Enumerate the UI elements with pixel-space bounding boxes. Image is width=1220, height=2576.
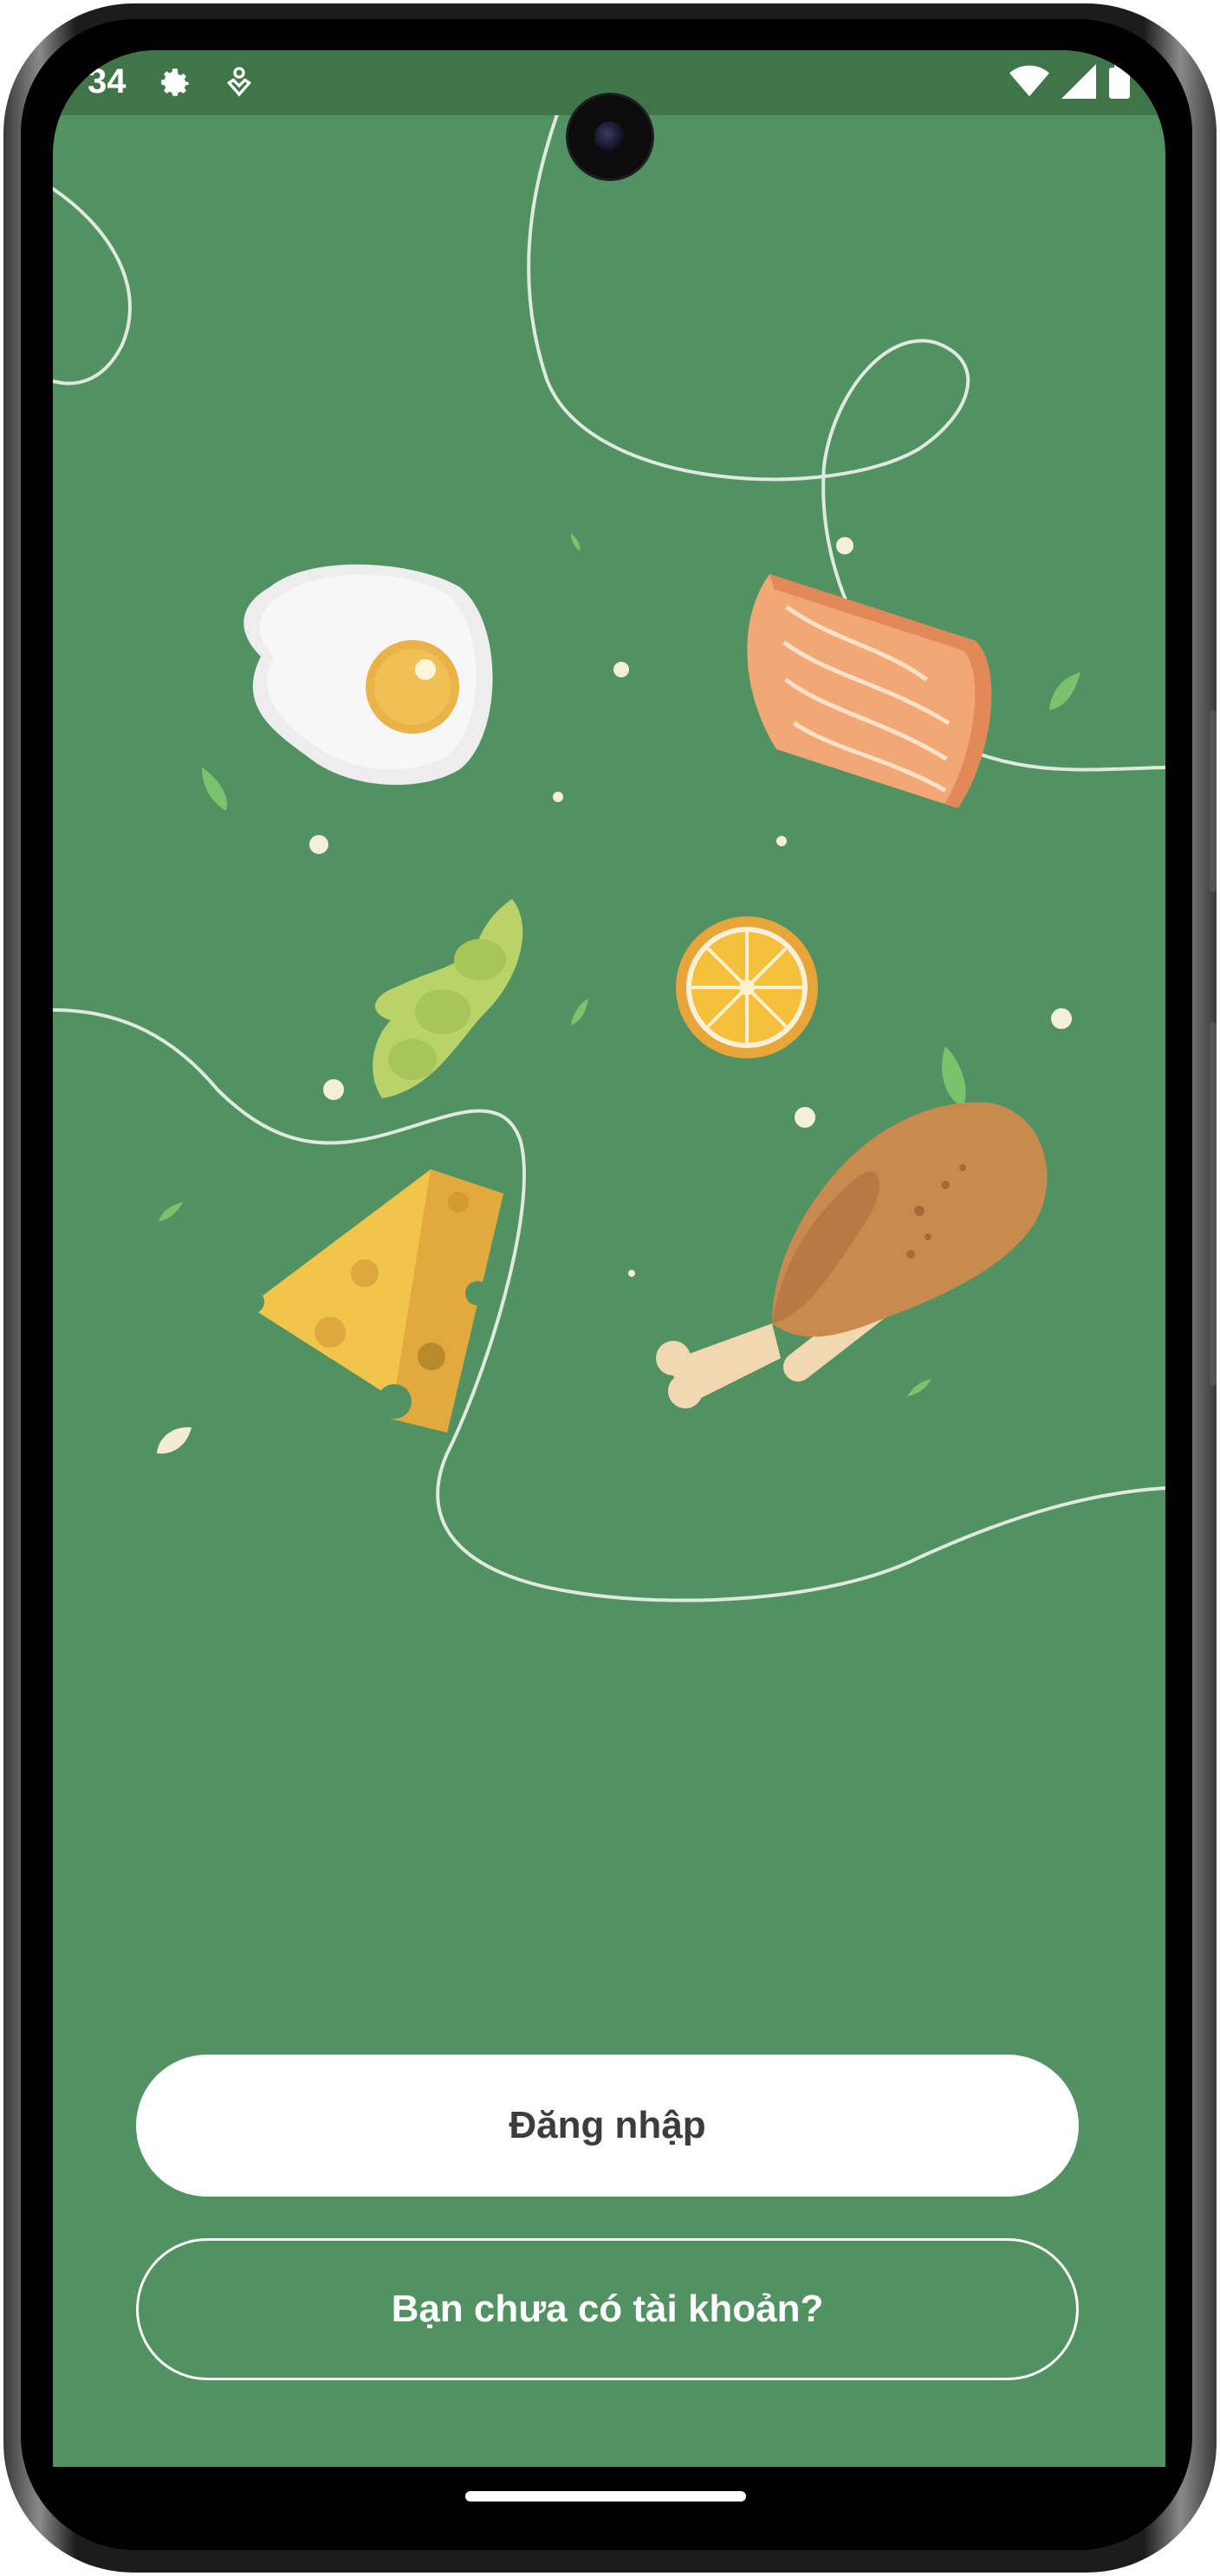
login-button[interactable]: Đăng nhập: [136, 2055, 1079, 2197]
cellular-signal-icon: [1061, 64, 1096, 103]
status-time: 34: [88, 62, 127, 100]
login-button-label: Đăng nhập: [509, 2104, 706, 2146]
home-indicator[interactable]: [465, 2491, 746, 2502]
gear-icon: [157, 64, 193, 105]
salmon-icon: [747, 573, 992, 809]
navigation-bar: [53, 2467, 1165, 2550]
app-screen: 34 Đăng nhập Bạn chưa có tài khoản?: [53, 50, 1165, 2467]
volume-button: [1210, 710, 1217, 892]
camera-lens: [594, 121, 626, 152]
chicken-drumstick-icon: [656, 1046, 1048, 1408]
cheese-icon: [240, 1169, 503, 1433]
status-icons: [1009, 64, 1131, 103]
power-button: [1210, 1022, 1217, 1386]
register-button[interactable]: Bạn chưa có tài khoản?: [136, 2238, 1079, 2380]
account-badge-icon: [222, 64, 256, 103]
lemon-slice-icon: [676, 916, 818, 1058]
battery-icon: [1108, 64, 1131, 103]
front-camera: [568, 95, 652, 178]
egg-icon: [243, 564, 493, 786]
wifi-icon: [1009, 64, 1049, 103]
edamame-icon: [373, 899, 523, 1098]
register-button-label: Bạn chưa có tài khoản?: [391, 2288, 824, 2330]
